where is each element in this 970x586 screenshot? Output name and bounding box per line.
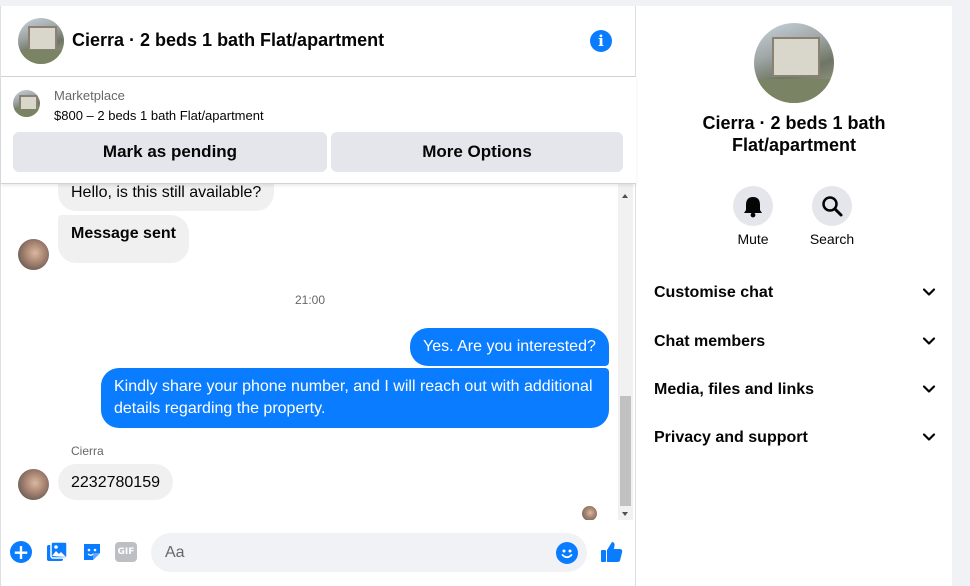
- section-customise-chat[interactable]: Customise chat: [654, 279, 936, 309]
- scroll-up-arrow-icon[interactable]: [622, 194, 628, 198]
- message-bubble-outgoing[interactable]: Yes. Are you interested?: [410, 328, 609, 366]
- chevron-down-icon: [922, 288, 936, 296]
- message-bubble[interactable]: 2232780159: [58, 464, 173, 500]
- mute-button[interactable]: [733, 186, 773, 226]
- listing-avatar-large[interactable]: [754, 23, 834, 103]
- section-label: Privacy and support: [654, 429, 808, 446]
- window-edge: [952, 0, 970, 586]
- messenger-window: Cierra · 2 beds 1 bath Flat/apartment i …: [0, 0, 970, 586]
- section-label: Customise chat: [654, 284, 774, 301]
- message-bubble-outgoing[interactable]: Kindly share your phone number, and I wi…: [101, 368, 609, 428]
- listing-source: Marketplace: [54, 88, 125, 103]
- listing-avatar[interactable]: [18, 18, 64, 64]
- seen-indicator-avatar: [582, 506, 597, 520]
- photo-icon[interactable]: [46, 541, 68, 563]
- sender-name: Cierra: [71, 444, 104, 458]
- section-privacy-support[interactable]: Privacy and support: [654, 424, 936, 454]
- chevron-down-icon: [922, 433, 936, 441]
- search-button[interactable]: [812, 186, 852, 226]
- scroll-down-arrow-icon[interactable]: [622, 512, 628, 516]
- composer: + GIF Aa: [1, 528, 636, 578]
- gif-icon[interactable]: GIF: [115, 542, 137, 562]
- message-input-placeholder: Aa: [165, 544, 185, 561]
- side-title: Cierra · 2 beds 1 bath Flat/apartment: [702, 113, 886, 155]
- mute-label: Mute: [737, 231, 769, 247]
- section-label: Chat members: [654, 333, 766, 350]
- chat-title[interactable]: Cierra · 2 beds 1 bath Flat/apartment: [72, 30, 384, 51]
- message-timestamp: 21:00: [294, 293, 326, 307]
- avatar[interactable]: [18, 469, 49, 500]
- search-icon: [822, 196, 843, 217]
- listing-thumbnail[interactable]: [13, 90, 40, 117]
- mark-as-pending-button[interactable]: Mark as pending: [13, 132, 327, 172]
- message-bubble[interactable]: Hello, is this still available?: [58, 184, 275, 211]
- thumbs-up-icon[interactable]: [599, 539, 625, 565]
- info-icon[interactable]: i: [590, 30, 612, 52]
- message-input[interactable]: Aa: [151, 533, 587, 572]
- bell-icon: [744, 197, 762, 218]
- listing-price[interactable]: $800 – 2 beds 1 bath Flat/apartment: [54, 108, 264, 123]
- chevron-down-icon: [922, 337, 936, 345]
- chat-info-panel: Cierra · 2 beds 1 bath Flat/apartment Mu…: [636, 6, 952, 586]
- search-label: Search: [809, 231, 855, 247]
- scrollbar[interactable]: [618, 184, 633, 520]
- more-options-button[interactable]: More Options: [331, 132, 623, 172]
- section-label: Media, files and links: [654, 381, 815, 398]
- sticker-icon[interactable]: [81, 541, 103, 563]
- chat-header: Cierra · 2 beds 1 bath Flat/apartment i: [1, 6, 636, 77]
- message-bubble[interactable]: Message sent: [58, 215, 189, 263]
- emoji-icon[interactable]: [556, 542, 578, 564]
- listing-card: Marketplace $800 – 2 beds 1 bath Flat/ap…: [1, 77, 636, 184]
- scrollbar-thumb[interactable]: [620, 396, 631, 506]
- mute-action[interactable]: Mute: [718, 186, 788, 247]
- section-media-files-links[interactable]: Media, files and links: [654, 376, 936, 406]
- plus-icon[interactable]: +: [10, 541, 32, 563]
- chat-panel: Cierra · 2 beds 1 bath Flat/apartment i …: [0, 6, 636, 586]
- chevron-down-icon: [922, 385, 936, 393]
- section-chat-members[interactable]: Chat members: [654, 328, 936, 358]
- message-list[interactable]: Hello, is this still available? Message …: [1, 184, 636, 520]
- avatar[interactable]: [18, 239, 49, 270]
- search-action[interactable]: Search: [797, 186, 867, 247]
